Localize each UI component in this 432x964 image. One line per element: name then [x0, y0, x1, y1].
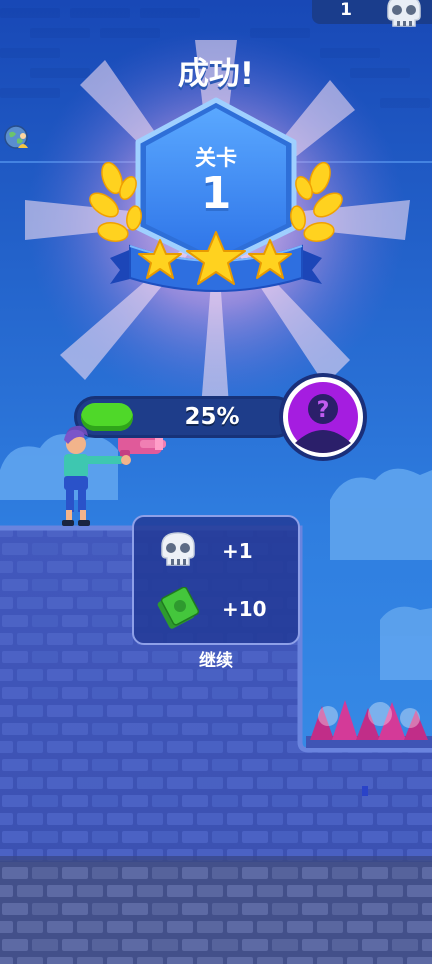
continue-button[interactable]: 继续 [180, 646, 252, 672]
player-character [62, 425, 131, 526]
skull-counter: 1 [312, 0, 432, 27]
reward-skull-value: +1 [222, 539, 253, 563]
svg-text:?: ? [317, 398, 330, 423]
reward-cash-value: +10 [222, 597, 267, 621]
globe-person-icon[interactable] [4, 124, 30, 150]
question-mark-silhouette-icon[interactable]: ? [277, 371, 369, 463]
result-title: 成功! [177, 56, 255, 92]
level-number: 1 [200, 168, 232, 219]
skull-icon [161, 532, 195, 566]
rewards-panel: +1 +10 [132, 515, 300, 645]
cash-icon [157, 587, 200, 629]
skull-count-value: 1 [340, 0, 352, 20]
skull-icon [387, 0, 421, 27]
